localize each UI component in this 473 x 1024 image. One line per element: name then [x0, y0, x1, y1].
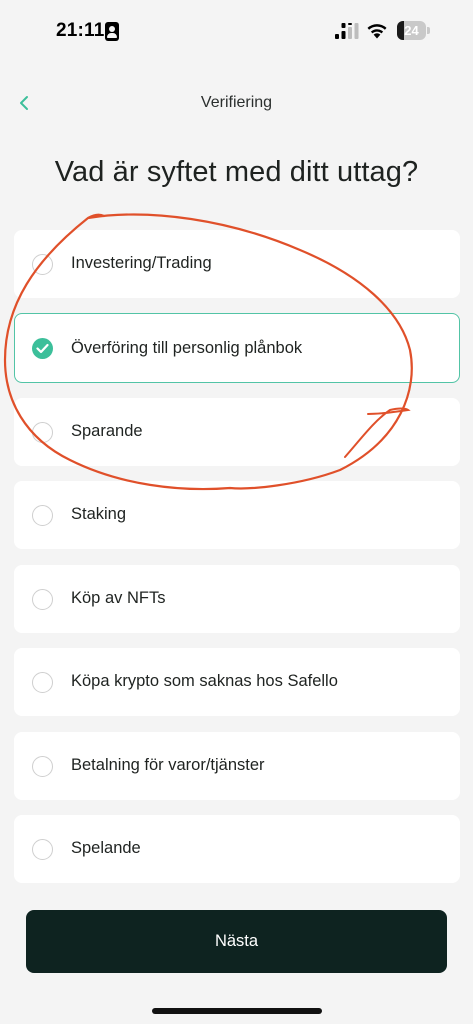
option-label: Investering/Trading: [71, 254, 212, 272]
next-button[interactable]: Nästa: [26, 910, 447, 973]
option-label: Köpa krypto som saknas hos Safello: [71, 672, 338, 690]
battery-level: 24: [404, 23, 419, 38]
radio-icon: [32, 756, 53, 777]
radio-icon: [32, 505, 53, 526]
checkmark-icon: [36, 343, 49, 354]
status-time: 21:11: [56, 20, 105, 41]
option-staking[interactable]: Staking: [14, 481, 460, 549]
option-label: Överföring till personlig plånbok: [71, 339, 303, 357]
radio-icon: [32, 254, 53, 275]
option-label: Betalning för varor/tjänster: [71, 756, 265, 774]
radio-icon: [32, 672, 53, 693]
option-spelande[interactable]: Spelande: [14, 815, 460, 883]
battery-icon: 24: [397, 21, 430, 40]
option-kop-av-nfts[interactable]: Köp av NFTs: [14, 565, 460, 633]
radio-icon: [32, 589, 53, 610]
wifi-icon: [367, 24, 387, 39]
option-sparande[interactable]: Sparande: [14, 398, 460, 466]
option-betalning-varor-tjanster[interactable]: Betalning för varor/tjänster: [14, 732, 460, 800]
option-label: Köp av NFTs: [71, 589, 166, 607]
screen: 21:11 24 Verifiering Vad är syftet med d…: [0, 0, 473, 1024]
checked-radio-icon: [32, 338, 53, 359]
radio-icon: [32, 839, 53, 860]
cellular-signal-icon: [335, 23, 359, 39]
option-investering-trading[interactable]: Investering/Trading: [14, 230, 460, 298]
radio-icon: [32, 422, 53, 443]
option-kopa-krypto-safello[interactable]: Köpa krypto som saknas hos Safello: [14, 648, 460, 716]
person-badge-icon: [105, 22, 119, 41]
option-overforing-personlig-planbok[interactable]: Överföring till personlig plånbok: [14, 313, 460, 383]
status-bar: 21:11 24: [0, 0, 473, 62]
option-label: Spelande: [71, 839, 141, 857]
option-label: Sparande: [71, 422, 143, 440]
home-indicator[interactable]: [152, 1008, 322, 1014]
page-title: Vad är syftet med ditt uttag?: [54, 156, 419, 188]
nav-title: Verifiering: [200, 94, 273, 111]
option-label: Staking: [71, 505, 127, 523]
